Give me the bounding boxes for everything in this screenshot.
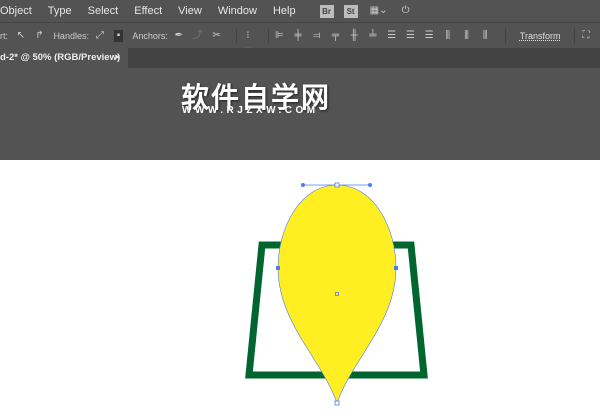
yellow-drop-shape[interactable] (277, 184, 397, 404)
anchor-right[interactable] (394, 266, 398, 270)
anchor-top[interactable] (334, 182, 340, 188)
anchor-bottom[interactable] (334, 400, 340, 406)
anchor-left[interactable] (276, 266, 280, 270)
artboard (245, 182, 428, 406)
bezier-handle-left[interactable] (301, 183, 305, 187)
bezier-handle-right[interactable] (368, 183, 372, 187)
